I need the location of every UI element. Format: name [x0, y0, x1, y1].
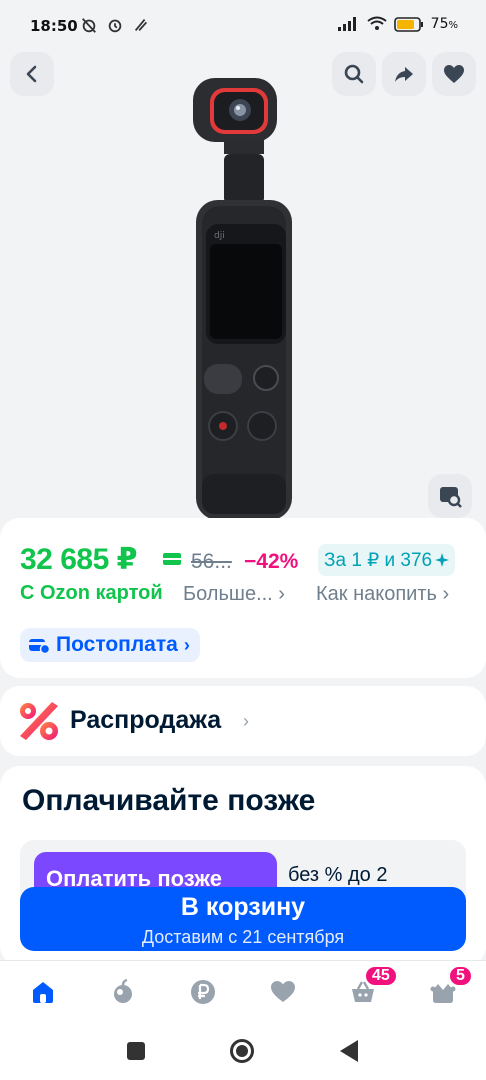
- add-to-cart-label: В корзину: [180, 893, 306, 921]
- postpay-label: Постоплата: [56, 633, 178, 656]
- product-gallery[interactable]: dji: [0, 44, 486, 524]
- signal-icon: [337, 17, 356, 31]
- postpay-icon: [29, 639, 50, 654]
- cart-badge: 45: [364, 965, 398, 987]
- postpay-chip[interactable]: Постоплата ›: [20, 628, 200, 662]
- ruble-icon: [191, 980, 215, 1004]
- battery-percent-suffix: %: [448, 20, 458, 31]
- old-price: 56...: [191, 550, 232, 573]
- profile-badge: 5: [448, 965, 473, 987]
- alarm-icon: [108, 19, 122, 33]
- favorites-icon: [271, 981, 295, 1002]
- share-icon: [395, 67, 413, 82]
- recent-apps-button[interactable]: [127, 1042, 145, 1060]
- search-icon: [344, 64, 364, 84]
- nav-home[interactable]: [28, 977, 58, 1007]
- percent-icon: [20, 702, 58, 740]
- add-to-cart-button[interactable]: В корзину Доставим с 21 сентября: [20, 887, 466, 951]
- nav-finance[interactable]: [188, 977, 218, 1007]
- nav-cart[interactable]: 45: [348, 965, 398, 1007]
- share-button[interactable]: [382, 52, 426, 96]
- status-time: 18:50: [30, 17, 78, 35]
- heart-icon: [444, 65, 464, 83]
- nav-fresh[interactable]: [108, 977, 138, 1007]
- home-icon: [33, 982, 53, 1003]
- fresh-icon: [114, 978, 132, 1003]
- battery-percent: 75%: [431, 16, 458, 32]
- battery-percent-value: 75: [430, 16, 449, 32]
- nav-favorites[interactable]: [268, 977, 298, 1007]
- points-text: За 1 ₽ и 376: [324, 549, 433, 571]
- photo-search-button[interactable]: [428, 474, 472, 518]
- product-image[interactable]: dji: [190, 74, 300, 524]
- points-badge[interactable]: За 1 ₽ и 376: [318, 544, 456, 576]
- favorite-button[interactable]: [432, 52, 476, 96]
- nav-profile[interactable]: 5: [428, 965, 473, 1007]
- status-bar: 18:50 75%: [0, 0, 486, 44]
- delivery-date: Доставим с 21 сентября: [141, 927, 345, 947]
- ozon-card-price: 32 685 ₽: [20, 543, 137, 576]
- pay-later-note: без % до 2: [288, 864, 388, 886]
- pay-later-title: Оплачивайте позже: [22, 784, 316, 817]
- image-search-icon: [440, 487, 462, 508]
- system-navigation-bar: [0, 1022, 486, 1080]
- alarm-off-icon: [82, 18, 96, 33]
- discount-badge: −42%: [244, 550, 299, 573]
- bottom-navigation: 45 5: [0, 960, 486, 1022]
- status-system-icons: 75%: [337, 16, 458, 32]
- home-button[interactable]: [230, 1039, 254, 1063]
- more-prices-link[interactable]: Больше... ›: [183, 583, 285, 606]
- sale-label: Распродажа: [70, 706, 222, 734]
- back-button[interactable]: [10, 52, 54, 96]
- sale-chevron: ›: [243, 711, 249, 731]
- how-to-save-link[interactable]: Как накопить ›: [316, 583, 449, 606]
- with-ozon-card-label: С Ozon картой: [20, 582, 163, 604]
- search-button[interactable]: [332, 52, 376, 96]
- price-card: 32 685 ₽ 56... −42% За 1 ₽ и 376 С Ozon …: [0, 518, 486, 678]
- chevron-left-icon: [26, 65, 37, 83]
- data-saver-icon: [134, 19, 148, 31]
- postpay-chevron: ›: [183, 634, 190, 655]
- wifi-icon: [367, 16, 387, 30]
- sparkle-icon: [435, 553, 450, 567]
- back-nav-button[interactable]: [340, 1040, 358, 1062]
- camera-brand-logo: dji: [214, 231, 225, 241]
- sale-row[interactable]: Распродажа ›: [0, 686, 486, 756]
- status-notification-icons: [80, 16, 150, 34]
- battery-icon: [393, 16, 423, 32]
- ozon-card-icon: [163, 553, 181, 565]
